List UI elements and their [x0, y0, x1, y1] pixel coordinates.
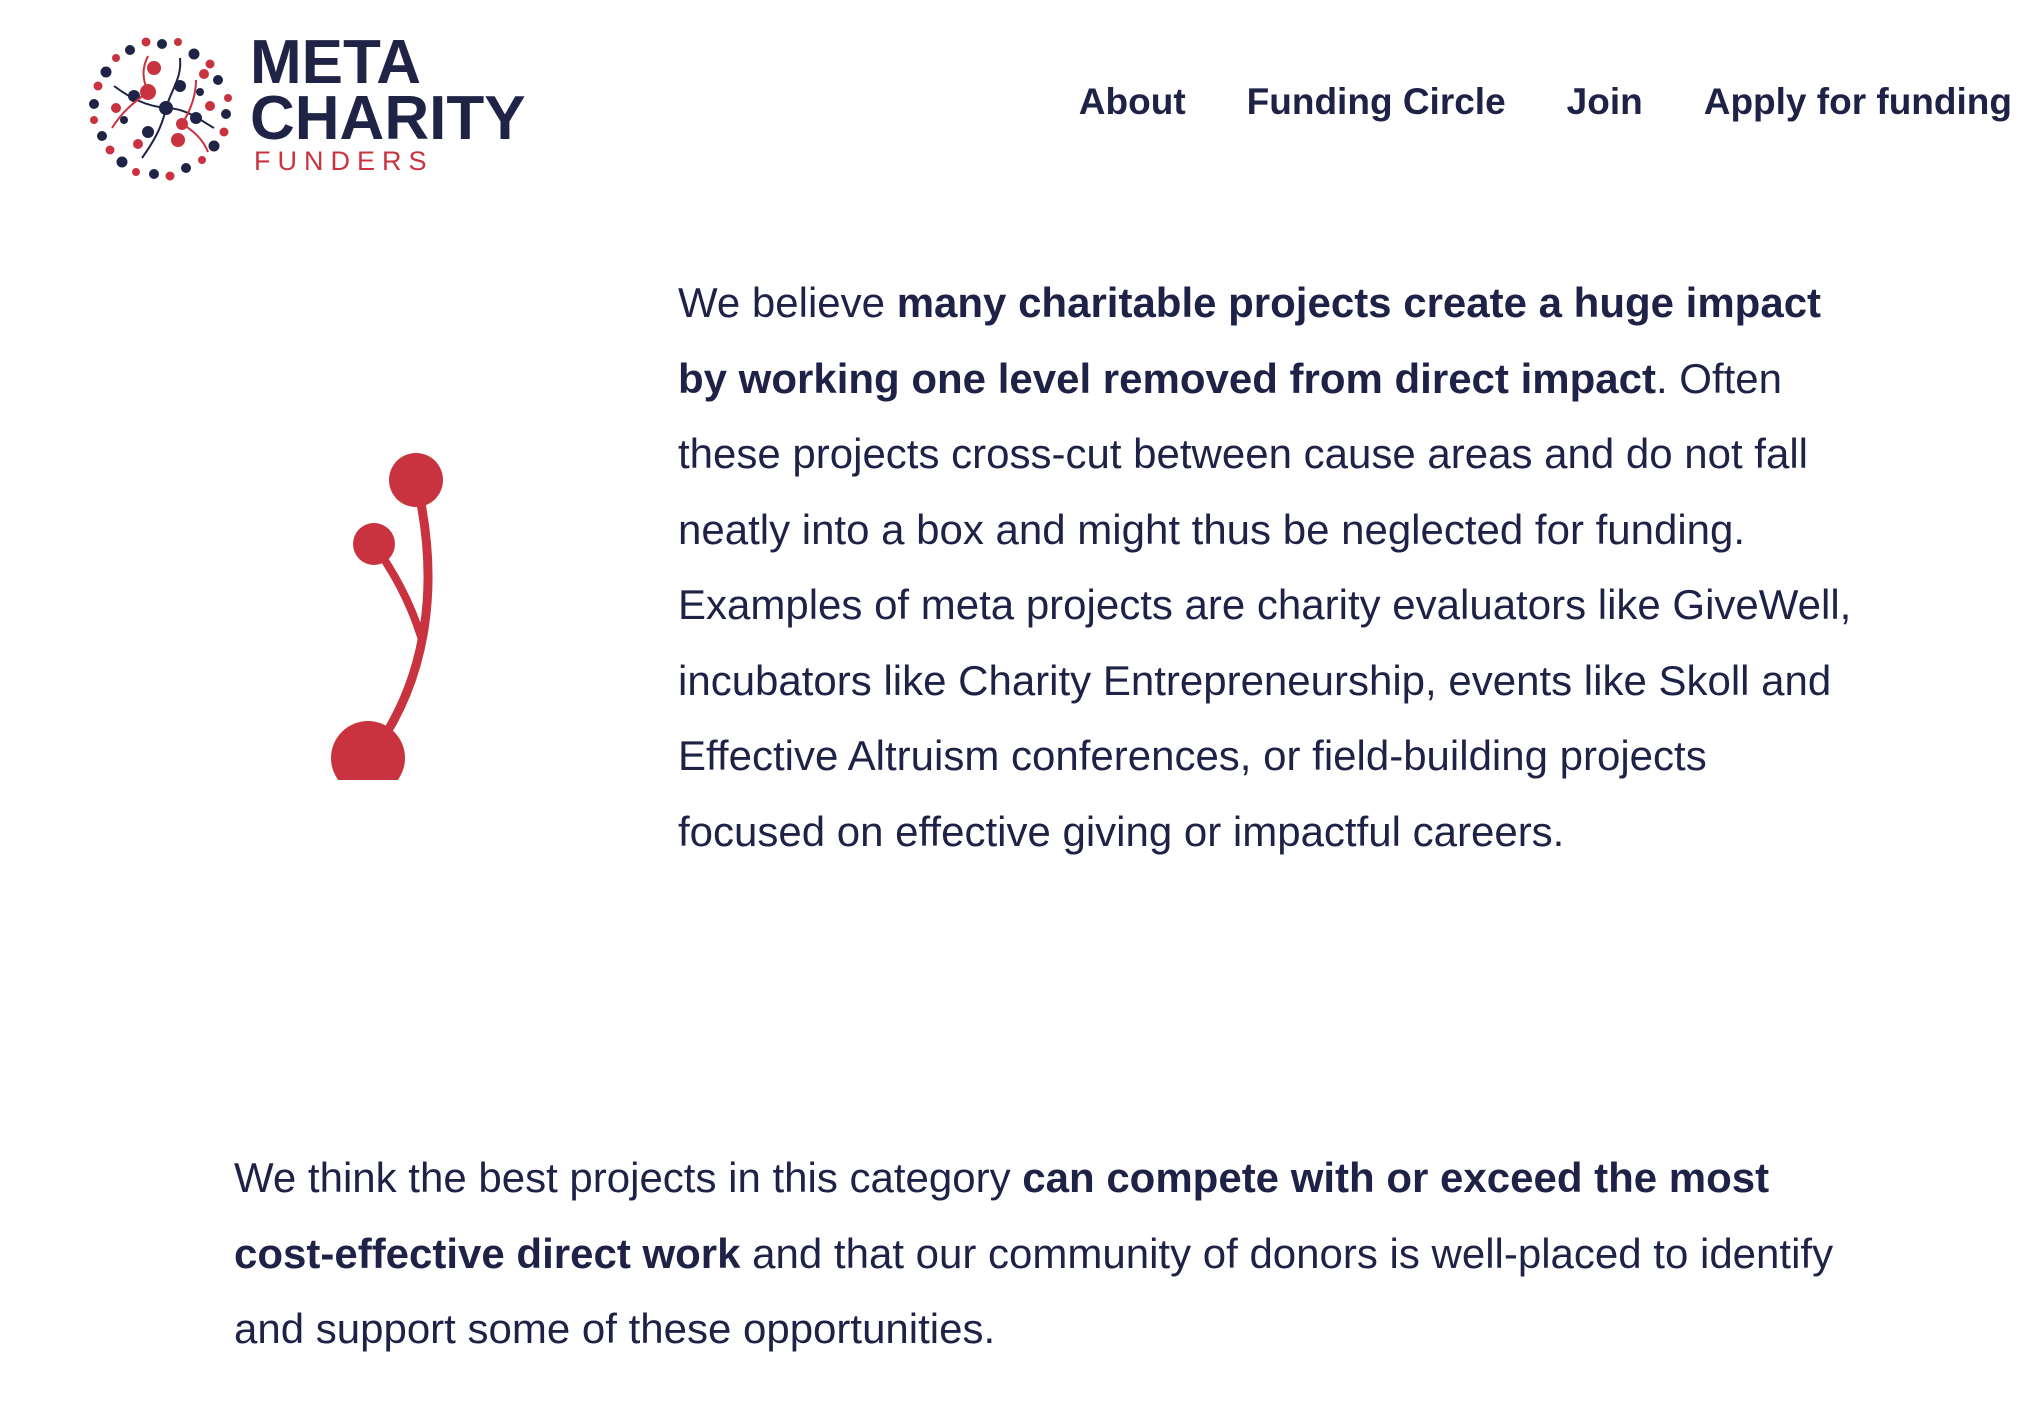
- meta-projects-paragraph: We believe many charitable projects crea…: [678, 265, 1858, 869]
- branch-dots-icon: [331, 453, 443, 780]
- nav-link-funding-circle[interactable]: Funding Circle: [1247, 78, 1506, 126]
- nav-link-apply-for-funding[interactable]: Apply for funding: [1704, 78, 2012, 126]
- logo-text-funders: FUNDERS: [254, 146, 434, 176]
- nav-link-join[interactable]: Join: [1567, 78, 1643, 126]
- nav-link-about[interactable]: About: [1079, 78, 1186, 126]
- paragraph-lead: We think the best projects in this categ…: [234, 1154, 1023, 1201]
- paragraph-lead: We believe: [678, 279, 897, 326]
- site-header: META CHARITY FUNDERS About Funding Circl…: [0, 0, 2042, 200]
- best-projects-paragraph: We think the best projects in this categ…: [234, 1140, 1854, 1367]
- logo-dots-icon: [89, 37, 232, 181]
- logo-text-charity: CHARITY: [250, 84, 526, 153]
- logo-link[interactable]: META CHARITY FUNDERS: [82, 28, 532, 188]
- main-nav: About Funding Circle Join Apply for fund…: [1018, 78, 2012, 126]
- paragraph-rest: . Often these projects cross-cut between…: [678, 354, 1852, 855]
